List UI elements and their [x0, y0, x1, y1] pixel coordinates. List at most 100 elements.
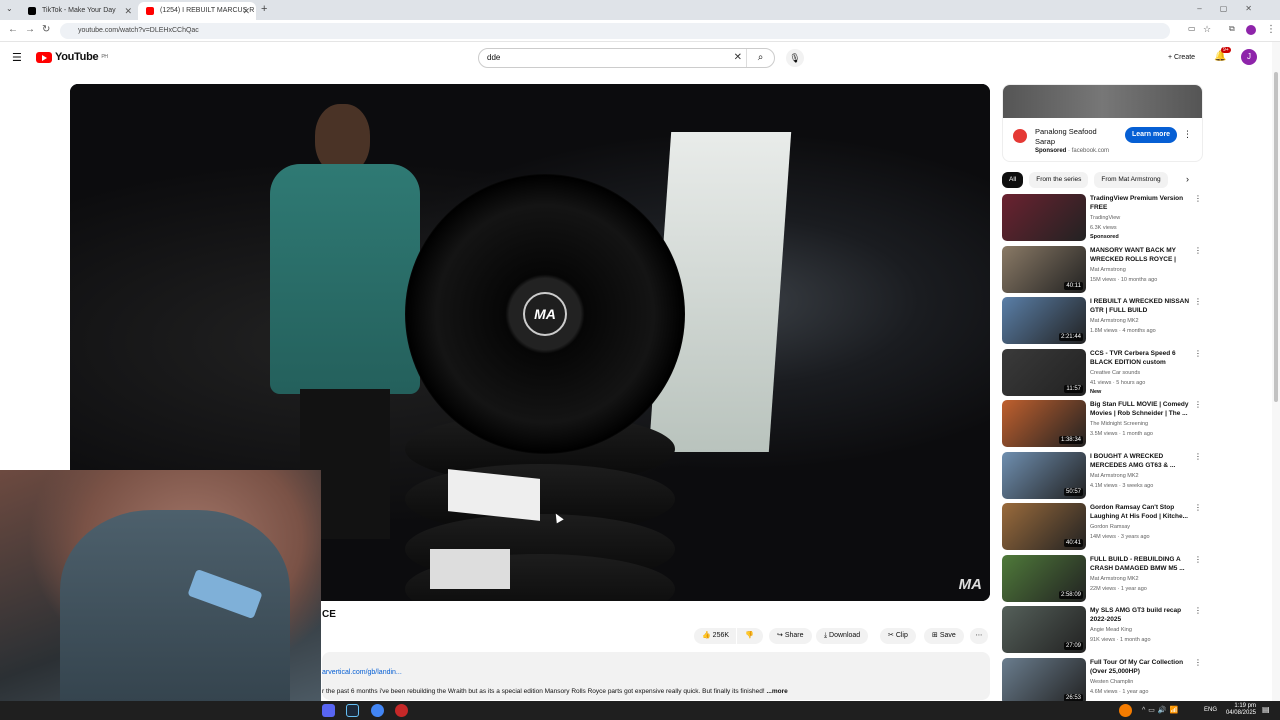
back-icon[interactable]: ←: [8, 24, 18, 35]
learn-more-button[interactable]: Learn more: [1125, 127, 1177, 143]
share-button[interactable]: ↪ Share: [769, 628, 812, 644]
recommendation-thumbnail[interactable]: 26:53: [1002, 657, 1086, 705]
recommendation-menu-icon[interactable]: ⋮: [1194, 246, 1202, 255]
recommendation-menu-icon[interactable]: ⋮: [1194, 400, 1202, 409]
description-box[interactable]: arvertical.com/gb/landin... r the past 6…: [322, 652, 990, 700]
recommendation-channel[interactable]: The Midnight Screening: [1090, 421, 1148, 427]
recommendation-thumbnail[interactable]: 40:41: [1002, 503, 1086, 550]
recommendation-channel[interactable]: Mat Armstrong MK2: [1090, 576, 1139, 582]
recommendation-thumbnail[interactable]: 40:11: [1002, 245, 1086, 293]
extensions-icon[interactable]: ⧉: [1229, 24, 1235, 34]
recommendation-card[interactable]: TradingView Premium Version FREE TradingV…: [1002, 194, 1202, 242]
channel-watermark[interactable]: MA: [959, 576, 982, 593]
dislike-button[interactable]: 👎: [737, 628, 763, 644]
recommendation-channel[interactable]: Westen Champlin: [1090, 679, 1133, 685]
close-tab-icon[interactable]: ✕: [124, 2, 132, 20]
clear-search-icon[interactable]: ✕: [734, 49, 742, 67]
language-indicator[interactable]: ENG: [1204, 707, 1217, 713]
show-more-button[interactable]: ...more: [766, 688, 787, 695]
recommendation-thumbnail[interactable]: 11:57: [1002, 348, 1086, 396]
scrollbar-thumb[interactable]: [1274, 72, 1278, 402]
recommendation-card[interactable]: 2:58:09 FULL BUILD - REBUILDING A CRASH D…: [1002, 554, 1202, 603]
download-button[interactable]: ⤓ Download: [816, 628, 869, 644]
recommendation-title[interactable]: CCS - TVR Cerbera Speed 6 BLACK EDITION …: [1090, 349, 1190, 368]
hamburger-menu-icon[interactable]: ☰: [12, 51, 22, 64]
recommendation-channel[interactable]: Mat Armstrong MK2: [1090, 473, 1139, 479]
chevron-right-icon[interactable]: ›: [1186, 174, 1189, 184]
recommendation-title[interactable]: Gordon Ramsay Can't Stop Laughing At His…: [1090, 503, 1190, 521]
tab-youtube[interactable]: (1254) I REBUILT MARCUS R ✕: [138, 2, 256, 20]
recommendation-card[interactable]: 11:57 CCS - TVR Cerbera Speed 6 BLACK EDI…: [1002, 348, 1202, 397]
recommendation-menu-icon[interactable]: ⋮: [1194, 297, 1202, 306]
page-scrollbar[interactable]: [1272, 42, 1280, 701]
recommendation-title[interactable]: My SLS AMG GT3 build recap 2022-2025: [1090, 606, 1190, 624]
recommendation-card[interactable]: 2:21:44 I REBUILT A WRECKED NISSAN GTR | …: [1002, 297, 1202, 345]
notifications-button[interactable]: 🔔 9+: [1214, 47, 1231, 62]
recommendation-menu-icon[interactable]: ⋮: [1194, 503, 1202, 512]
voice-search-button[interactable]: 🎙: [786, 49, 804, 67]
recommendation-channel[interactable]: Mat Armstrong MK2: [1090, 318, 1139, 324]
recommendation-title[interactable]: Big Stan FULL MOVIE | Comedy Movies | Ro…: [1090, 400, 1190, 418]
browser-menu-icon[interactable]: ⋮: [1266, 24, 1276, 35]
clock[interactable]: 1:19 pm 04/08/2025: [1226, 703, 1256, 717]
recommendation-card[interactable]: 40:41 Gordon Ramsay Can't Stop Laughing A…: [1002, 503, 1202, 551]
recommendation-thumbnail[interactable]: [1002, 194, 1086, 241]
tray-icons[interactable]: ^▭🔊📶: [1142, 706, 1181, 714]
recommendation-channel[interactable]: TradingView: [1090, 215, 1120, 221]
recommendation-channel[interactable]: Angie Mead King: [1090, 627, 1132, 633]
tab-list-button[interactable]: ⌄: [6, 4, 13, 13]
recommendation-thumbnail[interactable]: 2:21:44: [1002, 297, 1086, 344]
tab-tiktok[interactable]: TikTok - Make Your Day ✕: [20, 2, 138, 20]
recommendation-card[interactable]: 26:53 Full Tour Of My Car Collection (Ove…: [1002, 657, 1202, 706]
ad-card[interactable]: Panalong Seafood Sarap Sponsored · faceb…: [1002, 84, 1203, 162]
forward-icon[interactable]: →: [25, 24, 35, 35]
close-tab-icon[interactable]: ✕: [242, 2, 250, 20]
recommendation-menu-icon[interactable]: ⋮: [1194, 658, 1202, 667]
recommendation-menu-icon[interactable]: ⋮: [1194, 606, 1202, 615]
like-button[interactable]: 👍 256K: [694, 628, 736, 644]
recommendation-card[interactable]: 40:11 MANSORY WANT BACK MY WRECKED ROLLS …: [1002, 245, 1202, 294]
chip-from-series[interactable]: From the series: [1029, 172, 1089, 188]
recommendation-thumbnail[interactable]: 50:57: [1002, 451, 1086, 499]
chip-all[interactable]: All: [1002, 172, 1024, 188]
recommendation-thumbnail[interactable]: 1:38:34: [1002, 400, 1086, 447]
account-avatar[interactable]: J: [1241, 49, 1257, 65]
recommendation-menu-icon[interactable]: ⋮: [1194, 452, 1202, 461]
profile-avatar[interactable]: [1246, 25, 1256, 35]
recommendation-title[interactable]: FULL BUILD - REBUILDING A CRASH DAMAGED …: [1090, 555, 1190, 573]
ad-name[interactable]: Panalong Seafood Sarap: [1035, 127, 1115, 147]
more-actions-button[interactable]: ⋯: [970, 628, 988, 644]
recommendation-card[interactable]: 27:09 My SLS AMG GT3 build recap 2022-202…: [1002, 606, 1202, 654]
recommendation-card[interactable]: 50:57 I BOUGHT A WRECKED MERCEDES AMG GT6…: [1002, 451, 1202, 500]
recommendation-title[interactable]: I BOUGHT A WRECKED MERCEDES AMG GT63 & .…: [1090, 452, 1190, 470]
recommendation-title[interactable]: MANSORY WANT BACK MY WRECKED ROLLS ROYCE…: [1090, 246, 1190, 265]
clip-button[interactable]: ✂ Clip: [880, 628, 916, 644]
search-input[interactable]: dde ✕ ⌕: [478, 48, 775, 68]
recommendation-thumbnail[interactable]: 27:09: [1002, 606, 1086, 653]
save-button[interactable]: ⊞ Save: [924, 628, 964, 644]
recommendation-menu-icon[interactable]: ⋮: [1194, 194, 1202, 203]
recommendation-title[interactable]: I REBUILT A WRECKED NISSAN GTR | FULL BU…: [1090, 297, 1190, 315]
reload-icon[interactable]: ↻: [42, 24, 50, 35]
recommendation-card[interactable]: 1:38:34 Big Stan FULL MOVIE | Comedy Movi…: [1002, 400, 1202, 448]
chip-from-channel[interactable]: From Mat Armstrong: [1094, 172, 1168, 188]
ad-menu-icon[interactable]: ⋮: [1183, 129, 1192, 140]
youtube-logo[interactable]: YouTube PH: [36, 51, 108, 63]
recommendation-channel[interactable]: Gordon Ramsay: [1090, 524, 1130, 530]
install-icon[interactable]: ▭: [1188, 24, 1196, 33]
notification-center-icon[interactable]: ▤: [1262, 705, 1270, 714]
recommendation-menu-icon[interactable]: ⋮: [1194, 555, 1202, 564]
recommendation-menu-icon[interactable]: ⋮: [1194, 349, 1202, 358]
create-button[interactable]: + Create: [1160, 50, 1203, 66]
chrome-icon[interactable]: [371, 704, 384, 717]
recommendation-channel[interactable]: Creative Car sounds: [1090, 370, 1140, 376]
tray-app-icon[interactable]: [1119, 704, 1132, 717]
recommendation-title[interactable]: Full Tour Of My Car Collection (Over 25,…: [1090, 658, 1190, 676]
recommendation-channel[interactable]: Mat Armstrong: [1090, 267, 1126, 273]
discord-icon[interactable]: [322, 704, 335, 717]
bookmark-star-icon[interactable]: ☆: [1203, 24, 1211, 35]
steam-icon[interactable]: [346, 704, 359, 717]
new-tab-button[interactable]: +: [261, 3, 267, 15]
recommendation-thumbnail[interactable]: 2:58:09: [1002, 554, 1086, 602]
recommendation-title[interactable]: TradingView Premium Version FREE: [1090, 194, 1190, 212]
